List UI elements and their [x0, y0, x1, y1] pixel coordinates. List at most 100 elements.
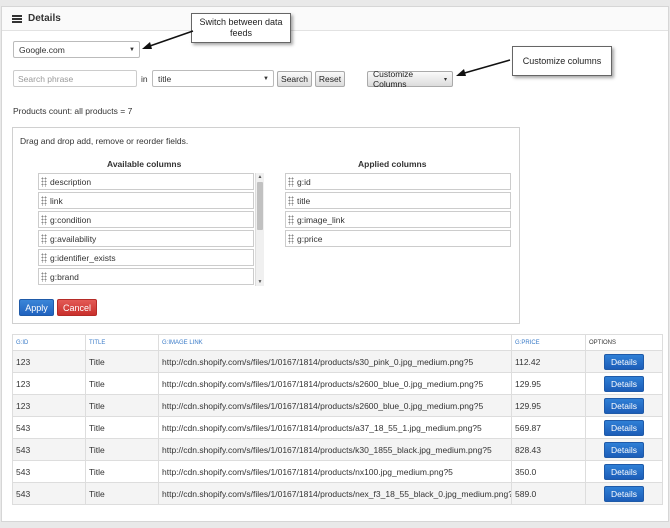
details-button[interactable]: Details: [604, 419, 644, 436]
callout-switch-feeds-text: Switch between data feeds: [199, 17, 283, 38]
details-button[interactable]: Details: [604, 397, 644, 414]
options-cell: Details: [585, 372, 663, 395]
available-field[interactable]: g:identifier_exists: [38, 249, 254, 266]
field-label: description: [50, 176, 92, 187]
scroll-thumb[interactable]: [257, 182, 263, 230]
table-cell: http://cdn.shopify.com/s/files/1/0167/18…: [158, 372, 512, 395]
scroll-down-icon[interactable]: ▼: [256, 278, 264, 286]
customize-columns-label: Customize Columns: [373, 69, 414, 89]
available-field[interactable]: g:brand: [38, 268, 254, 285]
drag-handle-icon: [41, 195, 47, 206]
available-field[interactable]: description: [38, 173, 254, 190]
applied-field[interactable]: g:id: [285, 173, 511, 190]
table-cell: Title: [85, 350, 159, 373]
columns-editor-hint: Drag and drop add, remove or reorder fie…: [20, 136, 189, 146]
drag-handle-icon: [41, 214, 47, 225]
field-label: g:id: [297, 176, 311, 187]
table-cell: 543: [12, 438, 86, 461]
chevron-down-icon: ▾: [443, 76, 447, 83]
column-header[interactable]: G:ID: [12, 334, 86, 351]
drag-handle-icon: [41, 176, 47, 187]
customize-columns-button[interactable]: Customize Columns ▾: [367, 69, 453, 89]
field-label: g:brand: [50, 271, 79, 282]
options-cell: Details: [585, 482, 663, 505]
applied-field[interactable]: g:image_link: [285, 211, 511, 228]
field-label: link: [50, 195, 63, 206]
table-cell: http://cdn.shopify.com/s/files/1/0167/18…: [158, 460, 512, 483]
available-field[interactable]: link: [38, 192, 254, 209]
cancel-button[interactable]: Cancel: [57, 299, 97, 316]
callout-switch-feeds: Switch between data feeds: [191, 13, 291, 43]
field-label: g:price: [297, 233, 323, 244]
available-field[interactable]: g:availability: [38, 230, 254, 247]
columns-editor: Drag and drop add, remove or reorder fie…: [12, 127, 520, 324]
feed-select-value: Google.com: [19, 44, 65, 55]
column-header[interactable]: G:IMAGE LINK: [158, 334, 512, 351]
table-cell: http://cdn.shopify.com/s/files/1/0167/18…: [158, 416, 512, 439]
details-button[interactable]: Details: [604, 441, 644, 458]
details-button[interactable]: Details: [604, 353, 644, 370]
table-cell: 828.43: [511, 438, 586, 461]
callout-customize-text: Customize columns: [522, 55, 602, 66]
drag-handle-icon: [41, 233, 47, 244]
drag-handle-icon: [41, 271, 47, 282]
details-button[interactable]: Details: [604, 375, 644, 392]
field-label: title: [297, 195, 311, 206]
table-row: 543 Title http://cdn.shopify.com/s/files/1…: [12, 438, 663, 461]
table-row: 543 Title http://cdn.shopify.com/s/files/1…: [12, 416, 663, 439]
arrow-icon: [456, 59, 511, 76]
table-cell: 112.42: [511, 350, 586, 373]
details-button[interactable]: Details: [604, 463, 644, 480]
field-label: g:identifier_exists: [50, 252, 116, 263]
search-input[interactable]: [13, 70, 137, 87]
reset-button[interactable]: Reset: [315, 71, 345, 87]
available-columns-scrollbar[interactable]: ▲ ▼: [255, 173, 264, 286]
drag-handle-icon: [288, 233, 294, 244]
details-button[interactable]: Details: [604, 485, 644, 502]
column-header[interactable]: TITLE: [85, 334, 159, 351]
applied-columns-title: Applied columns: [358, 159, 427, 169]
drag-handle-icon: [288, 214, 294, 225]
options-cell: Details: [585, 416, 663, 439]
table-cell: http://cdn.shopify.com/s/files/1/0167/18…: [158, 482, 512, 505]
list-icon: [12, 14, 22, 23]
table-cell: 543: [12, 482, 86, 505]
table-row: 543 Title http://cdn.shopify.com/s/files/1…: [12, 482, 663, 505]
page-title: Details: [28, 13, 61, 24]
table-cell: 123: [12, 350, 86, 373]
options-cell: Details: [585, 460, 663, 483]
search-field-value: title: [158, 73, 172, 84]
table-cell: http://cdn.shopify.com/s/files/1/0167/18…: [158, 350, 512, 373]
apply-button[interactable]: Apply: [19, 299, 54, 316]
applied-field[interactable]: title: [285, 192, 511, 209]
callout-customize-columns: Customize columns: [512, 46, 612, 76]
table-cell: 123: [12, 372, 86, 395]
feed-select[interactable]: Google.com ▼: [13, 41, 140, 58]
field-label: g:image_link: [297, 214, 345, 225]
options-cell: Details: [585, 438, 663, 461]
table-cell: 350.0: [511, 460, 586, 483]
table-row: 543 Title http://cdn.shopify.com/s/files/1…: [12, 460, 663, 483]
column-header: OPTIONS: [585, 334, 663, 351]
table-cell: http://cdn.shopify.com/s/files/1/0167/18…: [158, 394, 512, 417]
table-cell: Title: [85, 438, 159, 461]
table-cell: 129.95: [511, 372, 586, 395]
table-row: 123 Title http://cdn.shopify.com/s/files/1…: [12, 394, 663, 417]
applied-field[interactable]: g:price: [285, 230, 511, 247]
products-count: Products count: all products = 7: [13, 106, 133, 116]
options-cell: Details: [585, 350, 663, 373]
table-cell: Title: [85, 416, 159, 439]
scroll-up-icon[interactable]: ▲: [256, 173, 264, 181]
available-columns-title: Available columns: [107, 159, 182, 169]
table-cell: 543: [12, 416, 86, 439]
table-cell: 589.0: [511, 482, 586, 505]
search-field-select[interactable]: title ▼: [152, 70, 274, 87]
column-header[interactable]: G:PRICE: [511, 334, 586, 351]
options-cell: Details: [585, 394, 663, 417]
available-field[interactable]: g:condition: [38, 211, 254, 228]
search-button[interactable]: Search: [277, 71, 312, 87]
field-label: g:availability: [50, 233, 97, 244]
products-table: G:ID TITLE G:IMAGE LINK G:PRICE OPTIONS …: [12, 334, 663, 505]
chevron-down-icon: ▼: [263, 75, 269, 82]
table-cell: Title: [85, 394, 159, 417]
